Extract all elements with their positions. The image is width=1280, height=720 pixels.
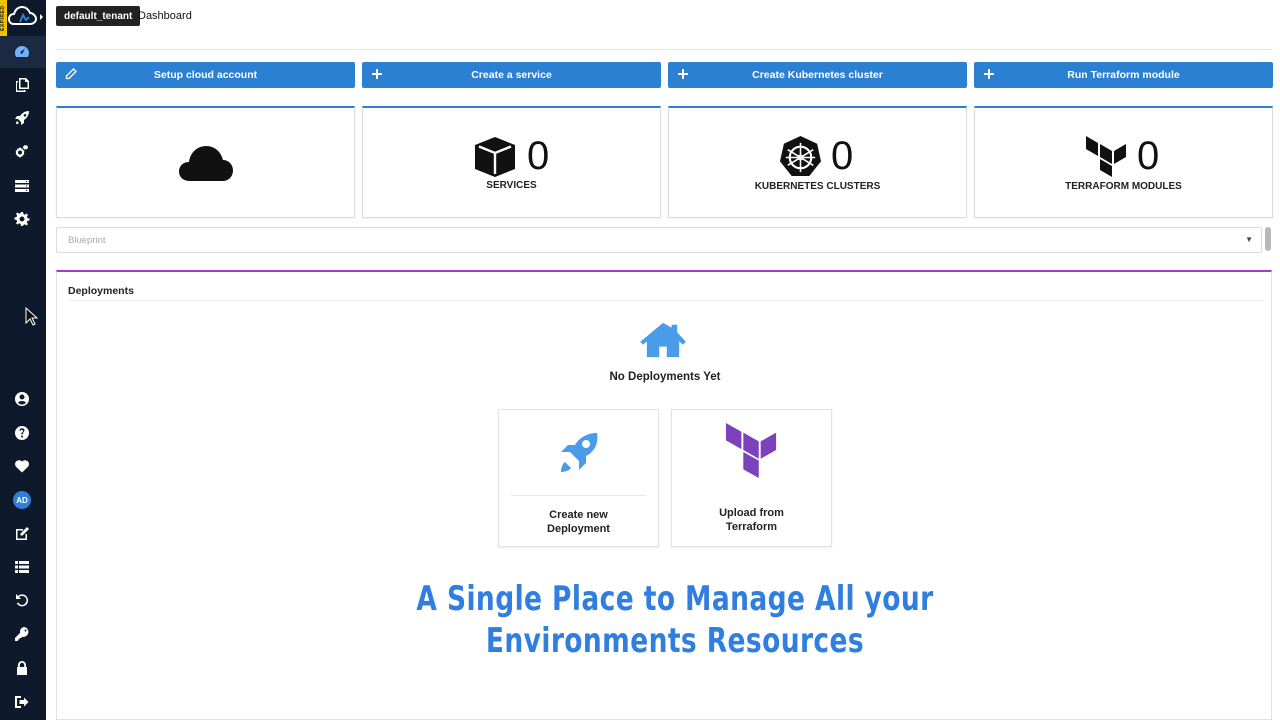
mouse-cursor-icon	[25, 307, 39, 326]
setup-cloud-account-button[interactable]: Setup cloud account	[56, 62, 355, 88]
blueprint-select[interactable]: Blueprint ▼	[56, 227, 1262, 253]
terraform-modules-count: 0	[1137, 134, 1160, 178]
terraform-icon	[725, 423, 777, 478]
rocket-icon[interactable]	[12, 108, 32, 128]
create-deployment-option[interactable]: Create new Deployment	[498, 409, 659, 547]
cloud-account-card[interactable]	[56, 106, 355, 218]
promo-headline: A Single Place to Manage All your Enviro…	[414, 578, 937, 662]
create-deployment-line1: Create new	[549, 509, 608, 521]
terraform-modules-card[interactable]: 0 TERRAFORM MODULES	[974, 106, 1273, 218]
home-icon	[640, 322, 686, 358]
plus-icon	[677, 68, 689, 80]
page-title: Dashboard	[138, 10, 192, 22]
app-logo[interactable]: EXPIRED	[0, 0, 46, 36]
lock-icon[interactable]	[12, 658, 32, 678]
settings-icon[interactable]	[12, 209, 32, 229]
setup-cloud-account-label: Setup cloud account	[153, 69, 258, 81]
key-icon[interactable]	[12, 624, 32, 644]
upload-terraform-option[interactable]: Upload from Terraform	[671, 409, 832, 547]
create-deployment-line2: Deployment	[547, 523, 610, 535]
blueprint-placeholder: Blueprint	[68, 235, 106, 246]
kubernetes-clusters-card[interactable]: 0 KUBERNETES CLUSTERS	[668, 106, 967, 218]
user-icon[interactable]	[12, 389, 32, 409]
header-divider	[56, 49, 1272, 50]
option-divider	[511, 495, 646, 496]
terraform-modules-label: TERRAFORM MODULES	[1065, 181, 1182, 192]
upload-terraform-line2: Terraform	[725, 521, 778, 533]
cube-icon	[475, 137, 515, 177]
create-kubernetes-cluster-label: Create Kubernetes cluster	[752, 69, 883, 81]
logout-icon[interactable]	[12, 692, 32, 712]
kubernetes-clusters-count: 0	[831, 134, 854, 178]
undo-icon[interactable]	[12, 590, 32, 610]
help-icon[interactable]	[12, 423, 32, 443]
tenant-selector[interactable]: default_tenant	[56, 6, 141, 26]
create-kubernetes-cluster-button[interactable]: Create Kubernetes cluster	[668, 62, 967, 88]
kubernetes-icon	[779, 135, 822, 177]
upload-terraform-line1: Upload from	[719, 507, 784, 519]
panel-divider	[68, 300, 1263, 301]
create-service-button[interactable]: Create a service	[362, 62, 661, 88]
edit-icon[interactable]	[12, 524, 32, 544]
kubernetes-clusters-label: KUBERNETES CLUSTERS	[754, 181, 881, 192]
promo-headline-line2: Environments Resources	[485, 621, 865, 661]
avatar[interactable]: AD	[13, 491, 31, 509]
services-card[interactable]: 0 SERVICES	[362, 106, 661, 218]
cloud-icon	[179, 146, 233, 181]
expired-badge: EXPIRED	[0, 0, 7, 36]
scrollbar-thumb[interactable]	[1265, 227, 1271, 251]
services-count: 0	[527, 134, 550, 178]
terraform-icon	[1086, 136, 1126, 177]
services-label: SERVICES	[486, 180, 537, 191]
pencil-icon	[65, 68, 77, 80]
dashboard-icon[interactable]	[12, 42, 32, 62]
rocket-icon	[561, 433, 598, 472]
list-icon[interactable]	[12, 557, 32, 577]
no-deployments-text: No Deployments Yet	[609, 371, 721, 383]
caret-down-icon: ▼	[1245, 235, 1253, 244]
plus-icon	[371, 68, 383, 80]
cogs-icon[interactable]	[12, 142, 32, 162]
sidebar: EXPIRED AD	[0, 0, 46, 720]
deployments-title: Deployments	[68, 285, 134, 297]
promo-headline-line1: A Single Place to Manage All your	[416, 579, 934, 619]
plus-icon	[983, 68, 995, 80]
create-service-label: Create a service	[471, 69, 552, 81]
copy-icon[interactable]	[12, 75, 32, 95]
heartbeat-icon[interactable]	[12, 456, 32, 476]
run-terraform-module-label: Run Terraform module	[1067, 69, 1180, 81]
run-terraform-module-button[interactable]: Run Terraform module	[974, 62, 1273, 88]
server-icon[interactable]	[12, 176, 32, 196]
